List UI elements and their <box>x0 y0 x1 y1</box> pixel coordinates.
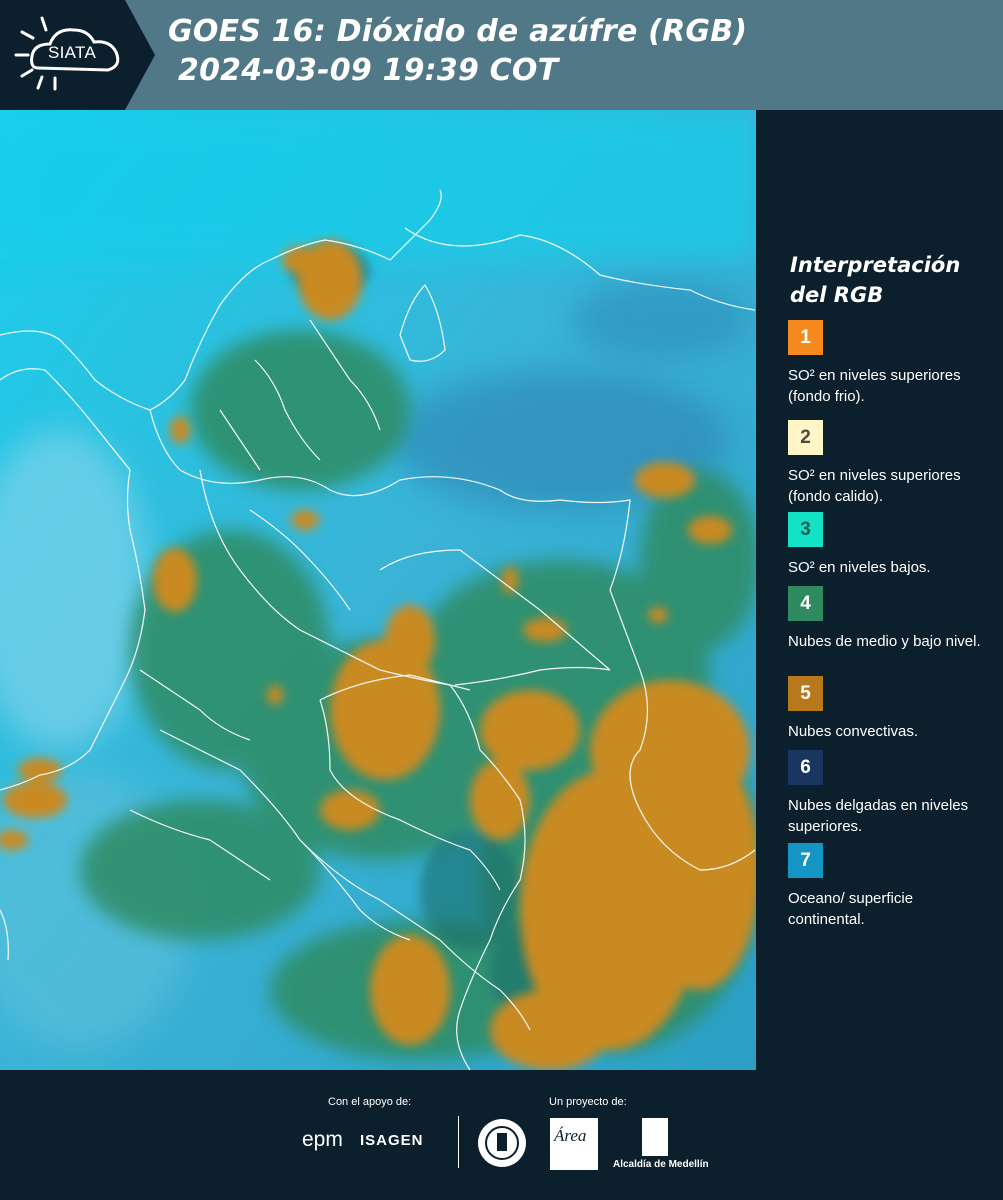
legend-label-2: SO² en niveles superiores (fondo calido)… <box>788 467 961 505</box>
legend-item-1: 1 SO² en niveles superiores (fondo frio)… <box>788 320 993 407</box>
page-timestamp: 2024-03-09 19:39 COT <box>178 53 559 88</box>
project-label: Un proyecto de: <box>549 1096 627 1108</box>
legend-label-1: SO² en niveles superiores (fondo frio). <box>788 367 961 405</box>
legend-number-5: 5 <box>800 682 811 704</box>
legend-item-3: 3 SO² en niveles bajos. <box>788 512 993 578</box>
legend-item-7: 7 Oceano/ superficie continental. <box>788 843 993 930</box>
legend-swatch-1: 1 <box>788 320 823 355</box>
legend-panel: Interpretación del RGB 1 SO² en niveles … <box>760 110 1003 1070</box>
legend-item-5: 5 Nubes convectivas. <box>788 676 993 742</box>
legend-label-3: SO² en niveles bajos. <box>788 559 931 576</box>
legend-label-6: Nubes delgadas en niveles superiores. <box>788 797 969 835</box>
alcaldia-crest-icon <box>642 1118 668 1156</box>
legend-number-4: 4 <box>800 592 811 614</box>
legend-item-4: 4 Nubes de medio y bajo nivel. <box>788 586 993 652</box>
legend-swatch-3: 3 <box>788 512 823 547</box>
logo-text: SIATA <box>48 43 97 62</box>
legend-label-4: Nubes de medio y bajo nivel. <box>788 633 981 650</box>
legend-number-2: 2 <box>800 426 811 448</box>
header-bar: SIATA GOES 16: Dióxido de azúfre (RGB) 2… <box>0 0 1003 110</box>
legend-label-7: Oceano/ superficie continental. <box>788 890 914 928</box>
legend-swatch-4: 4 <box>788 586 823 621</box>
epm-logo: epm <box>302 1128 343 1151</box>
legend-swatch-5: 5 <box>788 676 823 711</box>
legend-title: Interpretación del RGB <box>790 253 961 307</box>
siata-logo: SIATA <box>0 0 155 110</box>
legend-swatch-6: 6 <box>788 750 823 785</box>
area-metropolitana-logo: Área <box>550 1118 598 1170</box>
satellite-image <box>0 110 760 1070</box>
legend-number-3: 3 <box>800 518 811 540</box>
legend-number-6: 6 <box>800 756 811 778</box>
legend-item-6: 6 Nubes delgadas en niveles superiores. <box>788 750 993 837</box>
legend-item-2: 2 SO² en niveles superiores (fondo calid… <box>788 420 993 507</box>
legend-number-7: 7 <box>800 849 811 871</box>
footer-bar: Con el apoyo de: epm ISAGEN Un proyecto … <box>0 1070 1003 1200</box>
isagen-logo: ISAGEN <box>360 1132 424 1149</box>
medellin-seal-icon <box>478 1119 526 1167</box>
legend-number-1: 1 <box>800 326 811 348</box>
legend-swatch-2: 2 <box>788 420 823 455</box>
area-logo-text: Área <box>554 1126 587 1145</box>
legend-label-5: Nubes convectivas. <box>788 723 919 740</box>
alcaldia-label: Alcaldía de Medellín <box>613 1159 709 1170</box>
satellite-map[interactable] <box>0 110 760 1070</box>
legend-swatch-7: 7 <box>788 843 823 878</box>
footer-divider <box>458 1116 459 1168</box>
page-title: GOES 16: Dióxido de azúfre (RGB) <box>168 14 748 49</box>
support-label: Con el apoyo de: <box>328 1096 412 1108</box>
